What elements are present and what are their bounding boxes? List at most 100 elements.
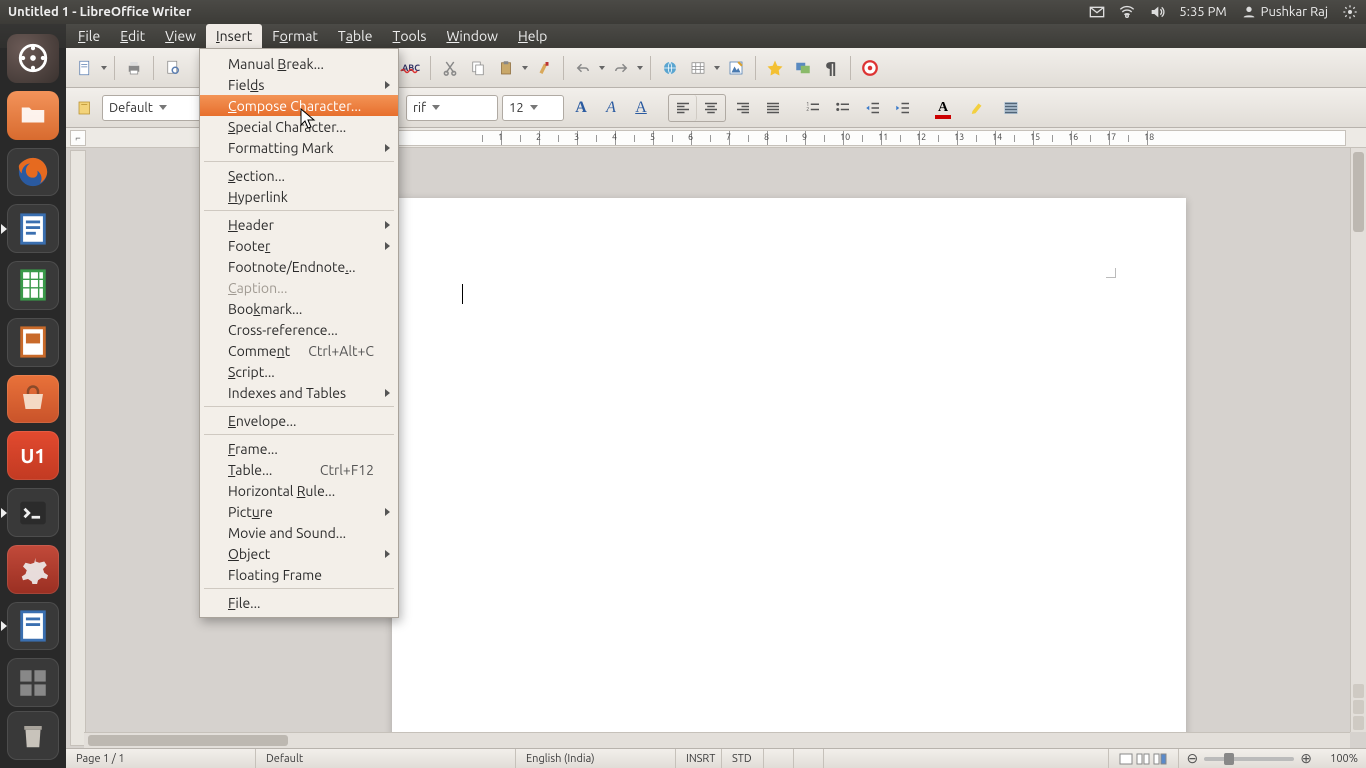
clock[interactable]: 5:35 PM <box>1179 5 1226 19</box>
launcher-firefox[interactable] <box>7 148 59 197</box>
menu-format[interactable]: Format <box>262 24 328 48</box>
hyperlink-button[interactable] <box>657 55 683 81</box>
show-draw-button[interactable] <box>723 55 749 81</box>
horizontal-ruler[interactable]: 123456789101112131415161718 <box>392 130 1346 146</box>
network-indicator-icon[interactable] <box>1119 4 1135 20</box>
insert-menu-section[interactable]: Section... <box>200 165 398 186</box>
document-page[interactable] <box>392 198 1186 748</box>
menu-window[interactable]: Window <box>436 24 508 48</box>
status-insert-mode[interactable]: INSRT <box>676 749 722 768</box>
insert-menu-footnote-endnote[interactable]: Footnote/Endnote... <box>200 256 398 277</box>
cut-button[interactable] <box>437 55 463 81</box>
scroll-thumb[interactable] <box>1353 152 1364 232</box>
bold-button[interactable]: A <box>568 95 594 121</box>
vertical-scrollbar[interactable] <box>1350 148 1366 732</box>
status-selection-mode[interactable]: STD <box>722 749 764 768</box>
insert-menu-formatting-mark[interactable]: Formatting Mark <box>200 137 398 158</box>
insert-menu-frame[interactable]: Frame... <box>200 438 398 459</box>
italic-button[interactable]: A <box>598 95 624 121</box>
launcher-dash[interactable] <box>7 34 59 83</box>
increase-indent-button[interactable] <box>890 95 916 121</box>
copy-button[interactable] <box>465 55 491 81</box>
status-view-layout[interactable] <box>1109 749 1179 768</box>
table-dropdown[interactable] <box>713 66 721 70</box>
launcher-impress[interactable] <box>7 318 59 367</box>
launcher-writer[interactable] <box>7 204 59 253</box>
insert-menu-header[interactable]: Header <box>200 214 398 235</box>
zoom-in-icon[interactable]: ⊕ <box>1300 750 1312 767</box>
insert-menu-table[interactable]: Table...Ctrl+F12 <box>200 459 398 480</box>
align-center-button[interactable] <box>697 95 725 121</box>
font-name-combo[interactable]: rif <box>406 95 498 121</box>
menu-table[interactable]: Table <box>328 24 383 48</box>
font-size-combo[interactable]: 12 <box>502 95 564 121</box>
font-color-button[interactable]: A <box>930 95 956 121</box>
sound-indicator-icon[interactable] <box>1149 4 1165 20</box>
insert-menu-hyperlink[interactable]: Hyperlink <box>200 186 398 207</box>
navigator-button[interactable] <box>762 55 788 81</box>
decrease-indent-button[interactable] <box>860 95 886 121</box>
launcher-software-center[interactable] <box>7 375 59 424</box>
redo-button[interactable] <box>608 55 634 81</box>
align-justify-button[interactable] <box>760 95 786 121</box>
numbered-list-button[interactable]: 12 <box>800 95 826 121</box>
paste-dropdown[interactable] <box>521 66 529 70</box>
status-zoom[interactable]: ⊖ ⊕ 100% <box>1179 750 1366 767</box>
hscroll-thumb[interactable] <box>88 735 288 746</box>
zoom-out-icon[interactable]: ⊖ <box>1187 750 1199 767</box>
new-doc-dropdown[interactable] <box>100 66 108 70</box>
status-style[interactable]: Default <box>256 749 516 768</box>
insert-menu-file[interactable]: File... <box>200 592 398 613</box>
launcher-writer-doc[interactable] <box>7 602 59 651</box>
status-page[interactable]: Page 1 / 1 <box>66 749 256 768</box>
zoom-percent[interactable]: 100% <box>1318 753 1358 765</box>
scroll-nav-button[interactable] <box>1353 700 1364 714</box>
menu-tools[interactable]: Tools <box>383 24 437 48</box>
launcher-workspace[interactable] <box>7 658 59 707</box>
insert-menu-horizontal-rule[interactable]: Horizontal Rule... <box>200 480 398 501</box>
insert-menu-script[interactable]: Script... <box>200 361 398 382</box>
align-right-button[interactable] <box>730 95 756 121</box>
insert-menu-compose-character[interactable]: Compose Character... <box>200 95 398 116</box>
launcher-ubuntuone[interactable]: U1 <box>7 431 59 480</box>
launcher-calc[interactable] <box>7 261 59 310</box>
insert-menu-comment[interactable]: CommentCtrl+Alt+C <box>200 340 398 361</box>
help-button[interactable] <box>857 55 883 81</box>
launcher-terminal[interactable] <box>7 488 59 537</box>
menu-edit[interactable]: Edit <box>110 24 155 48</box>
vertical-ruler[interactable] <box>70 150 86 746</box>
insert-menu-object[interactable]: Object <box>200 543 398 564</box>
table-button[interactable] <box>685 55 711 81</box>
print-button[interactable] <box>121 55 147 81</box>
insert-menu-picture[interactable]: Picture <box>200 501 398 522</box>
insert-menu-bookmark[interactable]: Bookmark... <box>200 298 398 319</box>
paste-button[interactable] <box>493 55 519 81</box>
new-doc-button[interactable] <box>72 55 98 81</box>
menu-file[interactable]: File <box>68 24 110 48</box>
styles-button[interactable] <box>72 95 98 121</box>
format-paintbrush-button[interactable] <box>531 55 557 81</box>
insert-menu-special-character[interactable]: Special Character... <box>200 116 398 137</box>
status-language[interactable]: English (India) <box>516 749 676 768</box>
autospell-button[interactable]: ABC <box>398 55 424 81</box>
undo-button[interactable] <box>570 55 596 81</box>
launcher-settings[interactable] <box>7 545 59 594</box>
menu-view[interactable]: View <box>155 24 206 48</box>
insert-menu-fields[interactable]: Fields <box>200 74 398 95</box>
menu-insert[interactable]: Insert <box>206 24 262 48</box>
zoom-slider[interactable] <box>1204 757 1294 761</box>
gallery-button[interactable] <box>790 55 816 81</box>
scroll-page-down-button[interactable] <box>1353 716 1364 730</box>
insert-menu-manual-break[interactable]: Manual Break... <box>200 53 398 74</box>
session-gear-icon[interactable] <box>1342 4 1358 20</box>
insert-menu-footer[interactable]: Footer <box>200 235 398 256</box>
insert-menu-cross-reference[interactable]: Cross-reference... <box>200 319 398 340</box>
undo-dropdown[interactable] <box>598 66 606 70</box>
scroll-page-up-button[interactable] <box>1353 684 1364 698</box>
insert-menu-indexes-and-tables[interactable]: Indexes and Tables <box>200 382 398 403</box>
highlight-button[interactable] <box>964 95 990 121</box>
print-preview-button[interactable] <box>160 55 186 81</box>
mail-indicator-icon[interactable] <box>1089 4 1105 20</box>
insert-menu-movie-and-sound[interactable]: Movie and Sound... <box>200 522 398 543</box>
menu-help[interactable]: Help <box>508 24 557 48</box>
